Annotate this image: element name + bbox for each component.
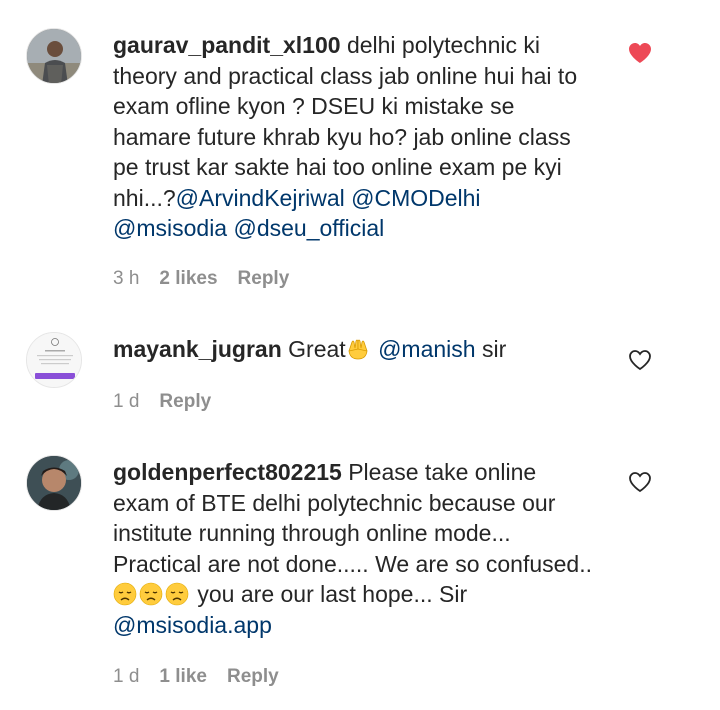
comment-body-end: sir — [475, 336, 507, 362]
avatar[interactable] — [26, 332, 82, 388]
comment-username[interactable]: gaurav_pandit_xl100 — [113, 32, 341, 58]
avatar-photo — [27, 456, 81, 510]
comment-body-end: you are our last hope... Sir — [191, 581, 468, 607]
comment-text: goldenperfect802215 Please take online e… — [113, 457, 593, 640]
avatar-photo — [27, 29, 81, 83]
comment-meta: 1 d Reply — [113, 391, 211, 413]
comment-time: 3 h — [113, 268, 140, 289]
mention-link[interactable]: @ArvindKejriwal — [176, 185, 345, 211]
comment-body: Great — [281, 336, 346, 362]
comment-username[interactable]: mayank_jugran — [113, 336, 282, 362]
disappointed-face-emoji-icon — [113, 582, 137, 606]
avatar[interactable] — [26, 455, 82, 511]
mention-link[interactable]: @manish — [378, 336, 476, 362]
comment-meta: 3 h 2 likes Reply — [113, 268, 289, 290]
mention-link[interactable]: @dseu_official — [234, 215, 385, 241]
comment-time: 1 d — [113, 391, 140, 412]
reply-button[interactable]: Reply — [227, 666, 279, 688]
comment-username[interactable]: goldenperfect802215 — [113, 459, 342, 485]
disappointed-face-emoji-icon — [139, 582, 163, 606]
reply-button[interactable]: Reply — [238, 268, 290, 290]
mention-link[interactable]: @CMODelhi — [351, 185, 480, 211]
avatar-photo — [27, 333, 81, 387]
comment-text: gaurav_pandit_xl100 delhi polytechnic ki… — [113, 30, 583, 244]
raising-hands-emoji-icon — [348, 339, 368, 360]
disappointed-face-emoji-icon — [165, 582, 189, 606]
comment-text: mayank_jugran Great @manish sir — [113, 334, 593, 365]
reply-button[interactable]: Reply — [159, 391, 211, 413]
like-heart-icon[interactable] — [628, 471, 652, 493]
comment-likes[interactable]: 1 like — [159, 666, 207, 688]
comment-likes[interactable]: 2 likes — [159, 268, 217, 290]
comment-time: 1 d — [113, 666, 140, 687]
mention-link[interactable]: @msisodia.app — [113, 612, 272, 638]
like-heart-icon[interactable] — [628, 349, 652, 371]
avatar[interactable] — [26, 28, 82, 84]
disappointed-face-emoji-group — [113, 581, 191, 607]
comment-meta: 1 d 1 like Reply — [113, 666, 279, 688]
mention-link[interactable]: @msisodia — [113, 215, 227, 241]
like-heart-icon[interactable] — [628, 42, 652, 64]
